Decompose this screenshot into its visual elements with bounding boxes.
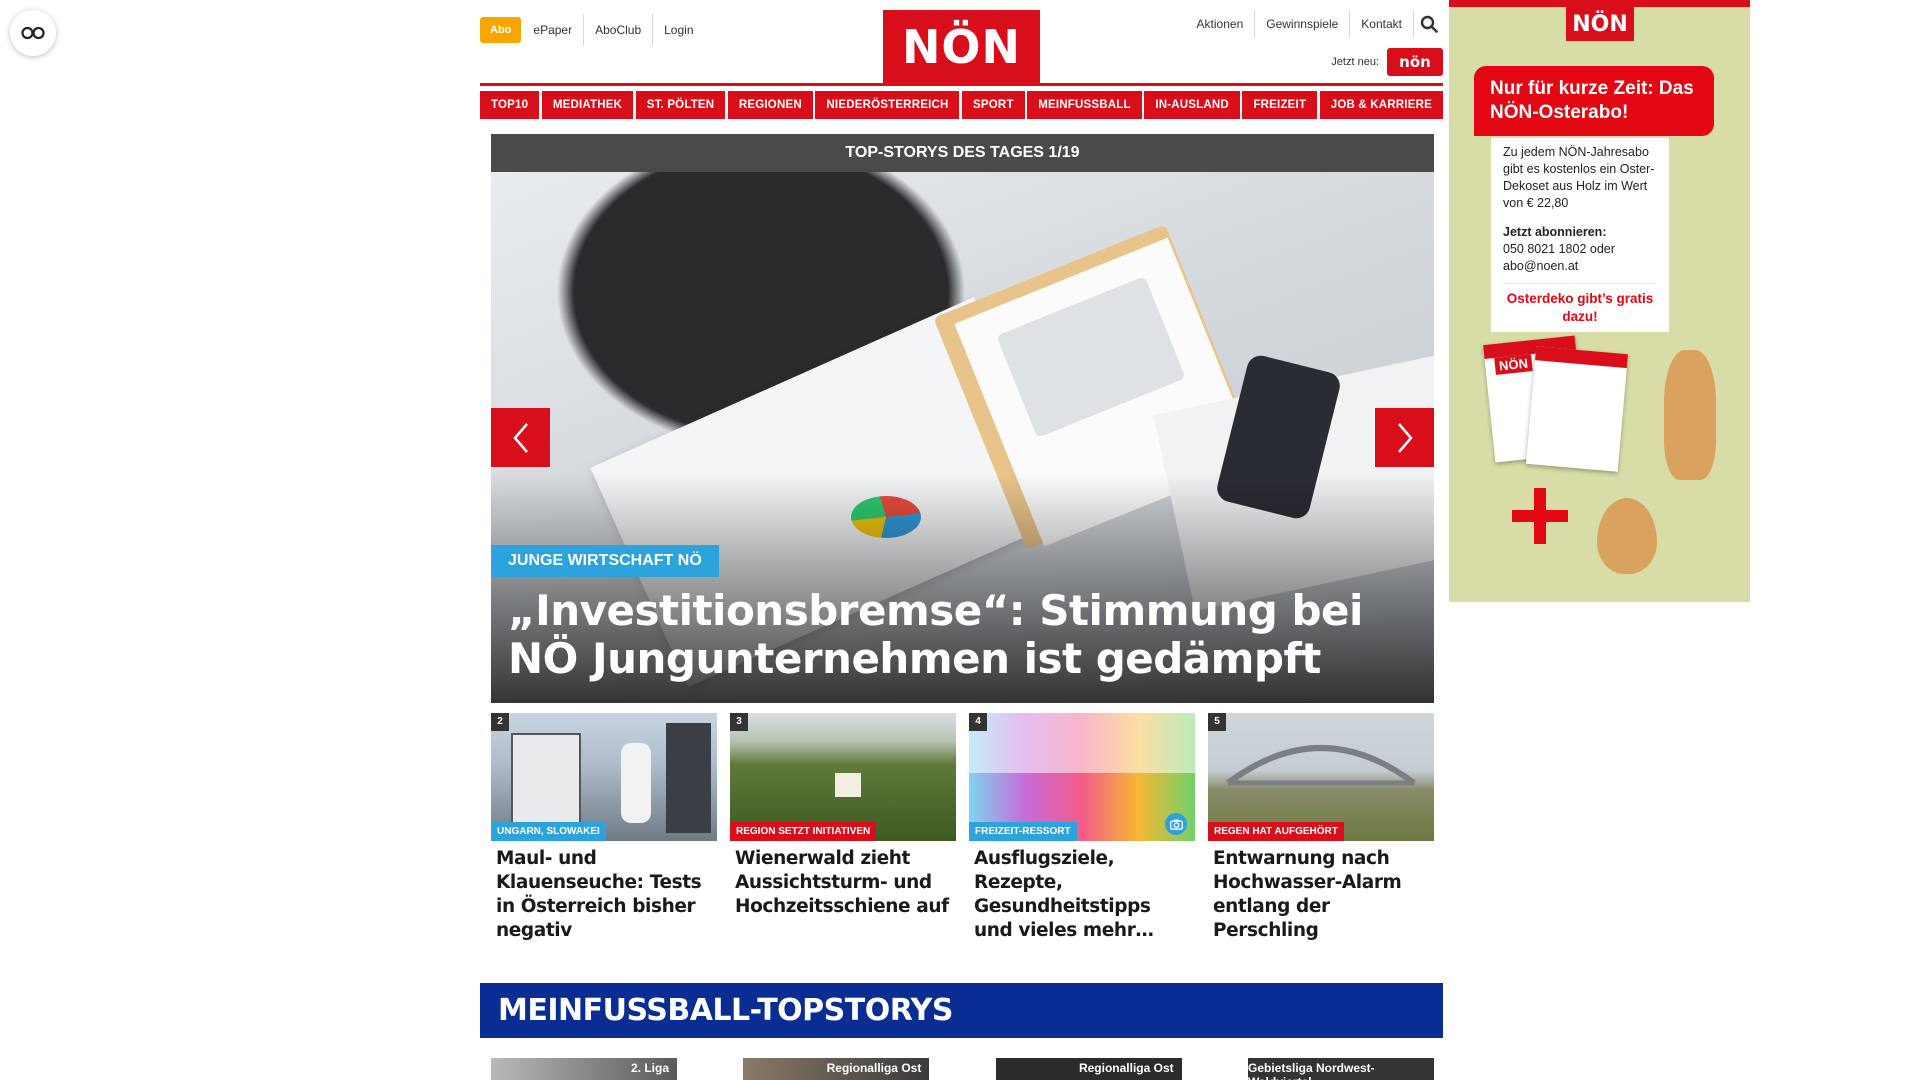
- ad-headline: Nur für kurze Zeit: Das NÖN-Osterabo!: [1474, 66, 1714, 136]
- story-card[interactable]: 2 UNGARN, SLOWAKEI Maul- und Klauenseuch…: [491, 713, 717, 943]
- story-image: 5 REGEN HAT AUFGEHÖRT: [1208, 713, 1434, 841]
- meinfussball-cards: 2. Liga Regionalliga Ost Regionalliga Os…: [491, 1058, 1434, 1080]
- gallery-badge: [1165, 813, 1187, 835]
- meinfussball-card[interactable]: Gebietsliga Nordwest-Waldviertel: [1247, 1058, 1434, 1080]
- top-right-links: Aktionen Gewinnspiele Kontakt: [1186, 10, 1443, 38]
- epaper-link[interactable]: ePaper: [531, 14, 583, 46]
- ad-promo: Osterdeko gibt’s gratis dazu!: [1503, 283, 1657, 326]
- story-title[interactable]: Entwarnung nach Hochwasser-Alarm entlang…: [1208, 841, 1434, 943]
- jetzt-neu: Jetzt neu: nön: [1331, 48, 1443, 76]
- truck-rear-shape: [666, 723, 711, 833]
- person-shape: [621, 743, 651, 823]
- story-number: 2: [491, 713, 509, 731]
- nav-item-job-karriere[interactable]: JOB & KARRIERE: [1319, 91, 1443, 119]
- jetzt-neu-label: Jetzt neu:: [1331, 56, 1379, 68]
- hero-category-tag[interactable]: JUNGE WIRTSCHAFT NÖ: [491, 545, 719, 577]
- top-stories-header: TOP-STORYS DES TAGES 1/19: [491, 134, 1434, 172]
- nav-item-top10[interactable]: TOP10: [480, 91, 540, 119]
- site-logo[interactable]: NÖN: [883, 10, 1040, 84]
- login-link[interactable]: Login: [652, 14, 704, 46]
- meinfussball-header: MEINFUSSBALL-TOPSTORYS: [480, 983, 1443, 1038]
- story-title[interactable]: Wienerwald zieht Aussichtsturm- und Hoch…: [730, 841, 956, 919]
- story-tag: UNGARN, SLOWAKEI: [491, 822, 606, 841]
- meinfussball-card[interactable]: Regionalliga Ost: [995, 1058, 1182, 1080]
- ad-text-box: Zu jedem NÖN-Jahresabo gibt es kostenlos…: [1491, 138, 1669, 332]
- main-nav: TOP10 MEDIATHEK ST. PÖLTEN REGIONEN NIED…: [480, 91, 1443, 119]
- league-label: Gebietsliga Nordwest-Waldviertel: [1247, 1061, 1375, 1080]
- story-card[interactable]: 4 FREIZEIT-RESSORT Ausflugsziele, Rezept…: [969, 713, 1195, 943]
- ad-banner[interactable]: NÖN Nur für kurze Zeit: Das NÖN-Osterabo…: [1449, 0, 1750, 602]
- ad-newspaper: [1526, 346, 1628, 472]
- abo-button[interactable]: Abo: [480, 17, 522, 43]
- nav-item-meinfussball[interactable]: MEINFUSSBALL: [1027, 91, 1142, 119]
- nav-item-st-poelten[interactable]: ST. PÖLTEN: [635, 91, 726, 119]
- chevron-left-icon: [512, 422, 528, 453]
- site-header: Abo ePaper AboClub Login NÖN Aktionen Ge…: [480, 0, 1443, 86]
- story-number: 3: [730, 713, 748, 731]
- story-tag: FREIZEIT-RESSORT: [969, 822, 1077, 841]
- chevron-right-icon: [1397, 422, 1413, 453]
- story-number: 5: [1208, 713, 1226, 731]
- story-card[interactable]: 3 REGION SETZT INITIATIVEN Wienerwald zi…: [730, 713, 956, 943]
- nav-item-sport[interactable]: SPORT: [962, 91, 1025, 119]
- search-button[interactable]: [1413, 10, 1443, 38]
- plus-icon: [1512, 488, 1568, 544]
- nav-item-in-ausland[interactable]: IN-AUSLAND: [1144, 91, 1240, 119]
- story-title[interactable]: Maul- und Klauenseuche: Tests in Österre…: [491, 841, 717, 943]
- story-tag: REGEN HAT AUFGEHÖRT: [1208, 822, 1344, 841]
- meinfussball-card[interactable]: Regionalliga Ost: [743, 1058, 930, 1080]
- camera-icon: [1169, 819, 1183, 830]
- slider-next-button[interactable]: [1375, 408, 1434, 467]
- ad-top-stripe: [1449, 0, 1750, 7]
- glasses-icon: [21, 26, 45, 40]
- pavilion-shape: [835, 773, 861, 797]
- story-card[interactable]: 5 REGEN HAT AUFGEHÖRT Entwarnung nach Ho…: [1208, 713, 1434, 943]
- kleine-noen-logo[interactable]: nön: [1387, 48, 1443, 76]
- aktionen-link[interactable]: Aktionen: [1186, 10, 1255, 38]
- truck-shape: [511, 733, 581, 828]
- meinfussball-card[interactable]: 2. Liga: [491, 1058, 677, 1080]
- ad-body: Zu jedem NÖN-Jahresabo gibt es kostenlos…: [1503, 145, 1655, 210]
- story-number: 4: [969, 713, 987, 731]
- ad-logo: NÖN: [1566, 7, 1634, 41]
- nav-item-regionen[interactable]: REGIONEN: [727, 91, 813, 119]
- league-label: 2. Liga: [630, 1061, 669, 1075]
- ad-cta-contact: 050 8021 1802 oder abo@noen.at: [1503, 242, 1615, 273]
- search-icon: [1420, 15, 1438, 33]
- nav-item-niederoesterreich[interactable]: NIEDERÖSTERREICH: [815, 91, 960, 119]
- story-image: 2 UNGARN, SLOWAKEI: [491, 713, 717, 841]
- ad-newspapers: NÖN: [1483, 330, 1629, 475]
- story-tag: REGION SETZT INITIATIVEN: [730, 822, 877, 841]
- league-label: Regionalliga Ost: [826, 1061, 922, 1075]
- hero-story[interactable]: JUNGE WIRTSCHAFT NÖ „Investitionsbremse“…: [491, 172, 1434, 703]
- nav-item-freizeit[interactable]: FREIZEIT: [1242, 91, 1318, 119]
- story-title[interactable]: Ausflugsziele, Rezepte, Gesundheitstipps…: [969, 841, 1195, 943]
- ad-bunny-image: [1664, 350, 1716, 480]
- nav-item-mediathek[interactable]: MEDIATHEK: [541, 91, 634, 119]
- hero-title[interactable]: „Investitionsbremse“: Stimmung bei NÖ Ju…: [508, 587, 1408, 683]
- story-image: 3 REGION SETZT INITIATIVEN: [730, 713, 956, 841]
- slider-prev-button[interactable]: [491, 408, 550, 467]
- league-label: Regionalliga Ost: [1078, 1061, 1174, 1075]
- story-cards: 2 UNGARN, SLOWAKEI Maul- und Klauenseuch…: [491, 713, 1434, 943]
- top-left-links: Abo ePaper AboClub Login: [480, 14, 705, 46]
- ad-egg-image: [1597, 498, 1657, 574]
- gewinnspiele-link[interactable]: Gewinnspiele: [1254, 10, 1349, 38]
- image-highlight: [969, 713, 1195, 773]
- story-image: 4 FREIZEIT-RESSORT: [969, 713, 1195, 841]
- bridge-arch: [1226, 745, 1416, 786]
- ad-cta-label: Jetzt abonnieren:: [1503, 225, 1607, 239]
- aboclub-link[interactable]: AboClub: [583, 14, 652, 46]
- reader-mode-button[interactable]: [10, 10, 56, 56]
- kontakt-link[interactable]: Kontakt: [1349, 10, 1413, 38]
